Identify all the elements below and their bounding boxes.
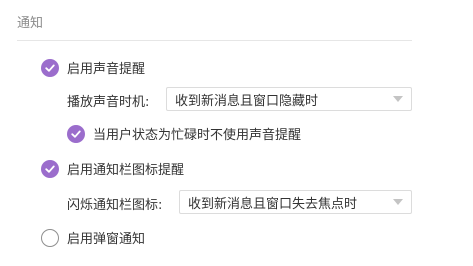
tray-flash-select[interactable]: 收到新消息且窗口失去焦点时 (179, 190, 412, 214)
tray-flash-label: 闪烁通知栏图标: (67, 198, 163, 213)
busy-mute-label: 当用户状态为忙碌时不使用声音提醒 (93, 128, 302, 143)
chevron-down-icon (393, 96, 403, 102)
sound-timing-label: 播放声音时机: (67, 95, 150, 110)
checkmark-icon (41, 58, 59, 77)
section-divider (17, 40, 412, 41)
tray-flash-value: 收到新消息且窗口失去焦点时 (188, 196, 358, 212)
popup-alert-checkbox[interactable]: 启用弹窗通知 (41, 228, 145, 247)
popup-alert-label: 启用弹窗通知 (67, 232, 146, 247)
sound-alert-checkbox[interactable]: 启用声音提醒 (41, 58, 145, 77)
checkmark-icon (67, 124, 85, 143)
checkmark-icon (41, 159, 59, 178)
busy-mute-checkbox[interactable]: 当用户状态为忙碌时不使用声音提醒 (67, 124, 301, 143)
tray-alert-label: 启用通知栏图标提醒 (67, 163, 185, 178)
chevron-down-icon (393, 199, 403, 205)
tray-alert-checkbox[interactable]: 启用通知栏图标提醒 (41, 159, 184, 178)
circle-icon (41, 228, 59, 247)
sound-timing-select[interactable]: 收到新消息且窗口隐藏时 (166, 87, 412, 111)
sound-timing-row: 播放声音时机: (67, 91, 149, 110)
section-title: 通知 (17, 16, 44, 31)
tray-flash-row: 闪烁通知栏图标: (67, 194, 162, 213)
sound-alert-label: 启用声音提醒 (67, 62, 146, 77)
sound-timing-value: 收到新消息且窗口隐藏时 (175, 93, 319, 109)
